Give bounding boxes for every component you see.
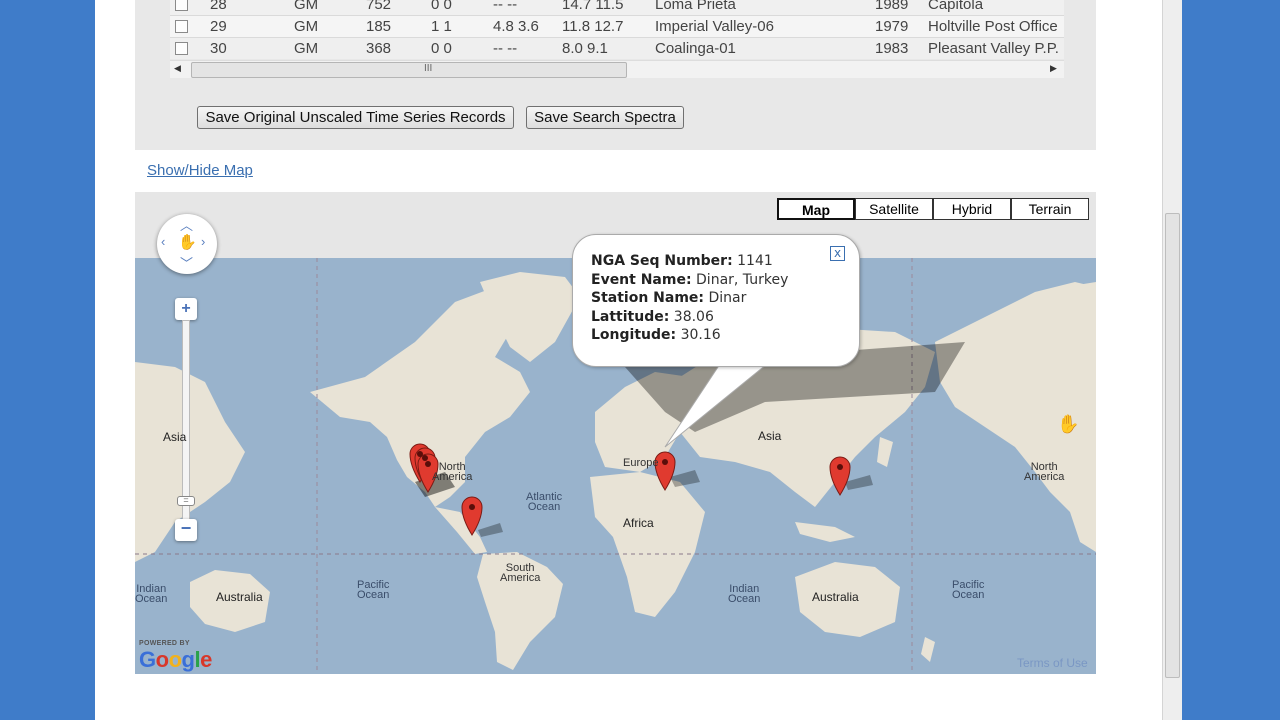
- label-pacific-ocean-left: Pacific Ocean: [357, 579, 390, 601]
- pan-left-icon[interactable]: ‹: [161, 234, 165, 249]
- scrollbar-grip: III: [424, 63, 433, 74]
- row-checkbox[interactable]: [175, 42, 188, 55]
- window-frame-left: [0, 0, 95, 720]
- scroll-right-arrow-icon[interactable]: ▶: [1050, 63, 1057, 74]
- label-pacific-ocean-right: Pacific Ocean: [952, 579, 985, 601]
- info-lat-line: Lattitude: 38.06: [591, 309, 714, 325]
- pan-right-icon[interactable]: ›: [201, 234, 205, 249]
- google-wordmark: Google: [139, 647, 212, 672]
- info-station-label: Station Name:: [591, 290, 705, 306]
- label-north-america: North America: [432, 461, 473, 483]
- vertical-scrollbar-thumb[interactable]: [1165, 213, 1180, 678]
- hand-cursor-icon: ✋: [1057, 414, 1080, 434]
- row-year: 1983: [875, 40, 909, 57]
- row-event: Loma Prieta: [655, 0, 736, 13]
- label-africa: Africa: [623, 516, 654, 530]
- window-frame-right: [1182, 0, 1280, 720]
- label-north-america-right: North America: [1024, 461, 1065, 483]
- row-rsn: 752: [366, 0, 392, 13]
- row-flags: 0 0: [431, 0, 452, 13]
- row-value-2: 14.7 11.5: [562, 0, 624, 13]
- row-rsn: 368: [366, 40, 392, 57]
- table-row[interactable]: 28 GM 752 0 0 -- -- 14.7 11.5 Loma Priet…: [170, 0, 1064, 16]
- row-station: Capitola: [928, 0, 984, 13]
- save-search-spectra-button[interactable]: Save Search Spectra: [526, 106, 684, 129]
- row-event: Coalinga-01: [655, 40, 736, 57]
- label-europe: Europe: [623, 457, 659, 469]
- info-event-line: Event Name: Dinar, Turkey: [591, 272, 788, 288]
- horizontal-scrollbar-thumb[interactable]: III: [191, 62, 627, 78]
- row-type: GM: [294, 40, 319, 57]
- zoom-out-button[interactable]: −: [175, 519, 197, 541]
- label-south-america: South America: [500, 562, 541, 584]
- row-value-2: 8.0 9.1: [562, 40, 608, 57]
- map-type-map-button[interactable]: Map: [777, 198, 855, 220]
- info-lat-label: Lattitude:: [591, 309, 670, 325]
- map-type-terrain-button[interactable]: Terrain: [1011, 198, 1089, 220]
- save-original-records-button[interactable]: Save Original Unscaled Time Series Recor…: [197, 106, 514, 129]
- zoom-in-button[interactable]: +: [175, 298, 197, 320]
- info-lon-value: 30.16: [680, 327, 721, 343]
- label-indian-ocean: Indian Ocean: [728, 583, 761, 605]
- show-hide-map-link[interactable]: Show/Hide Map: [147, 162, 253, 179]
- row-checkbox[interactable]: [175, 0, 188, 11]
- pan-down-icon[interactable]: ﹀: [180, 253, 193, 272]
- row-checkbox[interactable]: [175, 20, 188, 33]
- info-seq-line: NGA Seq Number: 1141: [591, 253, 773, 269]
- marker-info-window: NGA Seq Number: 1141 Event Name: Dinar, …: [572, 234, 860, 367]
- info-event-label: Event Name:: [591, 272, 692, 288]
- row-type: GM: [294, 18, 319, 35]
- google-logo: POWERED BY Google: [139, 640, 212, 673]
- horizontal-scrollbar[interactable]: ◀ III ▶: [170, 60, 1064, 78]
- row-type: GM: [294, 0, 319, 13]
- label-indian-ocean-left: Indian Ocean: [135, 583, 168, 605]
- close-icon[interactable]: x: [830, 246, 845, 261]
- row-flags: 0 0: [431, 40, 452, 57]
- row-value-1: -- --: [493, 40, 518, 57]
- row-flags: 1 1: [431, 18, 452, 35]
- table-row[interactable]: 29 GM 185 1 1 4.8 3.6 11.8 12.7 Imperial…: [170, 15, 1064, 37]
- row-rsn: 185: [366, 18, 392, 35]
- row-event: Imperial Valley-06: [655, 18, 774, 35]
- info-seq-value: 1141: [737, 253, 773, 269]
- info-station-value: Dinar: [708, 290, 747, 306]
- hand-icon: ✋: [178, 234, 197, 251]
- row-station: Holtville Post Office: [928, 18, 1058, 35]
- scroll-left-arrow-icon[interactable]: ◀: [174, 63, 181, 74]
- row-number: 29: [210, 18, 227, 35]
- label-asia-left: Asia: [163, 430, 187, 444]
- row-value-1: 4.8 3.6: [493, 18, 539, 35]
- row-station: Pleasant Valley P.P.: [928, 40, 1059, 57]
- zoom-slider-track[interactable]: [182, 320, 190, 520]
- info-lat-value: 38.06: [673, 309, 714, 325]
- row-value-2: 11.8 12.7: [562, 18, 624, 35]
- info-seq-label: NGA Seq Number:: [591, 253, 733, 269]
- label-atlantic-ocean: Atlantic Ocean: [526, 491, 563, 513]
- table-row[interactable]: 30 GM 368 0 0 -- -- 8.0 9.1 Coalinga-01 …: [170, 37, 1064, 59]
- terms-of-use-link[interactable]: Terms of Use: [1017, 656, 1088, 670]
- google-map[interactable]: Map Satellite Hybrid Terrain ︿ ‹ ✋ › ﹀ +…: [135, 192, 1096, 674]
- pan-up-icon[interactable]: ︿: [180, 215, 193, 234]
- map-type-satellite-button[interactable]: Satellite: [855, 198, 933, 220]
- info-station-line: Station Name: Dinar: [591, 290, 746, 306]
- info-event-value: Dinar, Turkey: [696, 272, 789, 288]
- row-number: 30: [210, 40, 227, 57]
- label-australia: Australia: [812, 590, 859, 604]
- zoom-slider-handle[interactable]: =: [177, 496, 195, 506]
- row-year: 1989: [875, 0, 909, 13]
- row-value-1: -- --: [493, 0, 518, 13]
- pan-control[interactable]: ︿ ‹ ✋ › ﹀: [157, 214, 217, 274]
- row-number: 28: [210, 0, 227, 13]
- row-year: 1979: [875, 18, 909, 35]
- map-type-hybrid-button[interactable]: Hybrid: [933, 198, 1011, 220]
- info-lon-line: Longitude: 30.16: [591, 327, 721, 343]
- powered-by-label: POWERED BY: [139, 640, 190, 647]
- label-asia: Asia: [758, 429, 782, 443]
- vertical-scrollbar[interactable]: [1162, 0, 1182, 720]
- label-australia-left: Australia: [216, 590, 263, 604]
- info-lon-label: Longitude:: [591, 327, 677, 343]
